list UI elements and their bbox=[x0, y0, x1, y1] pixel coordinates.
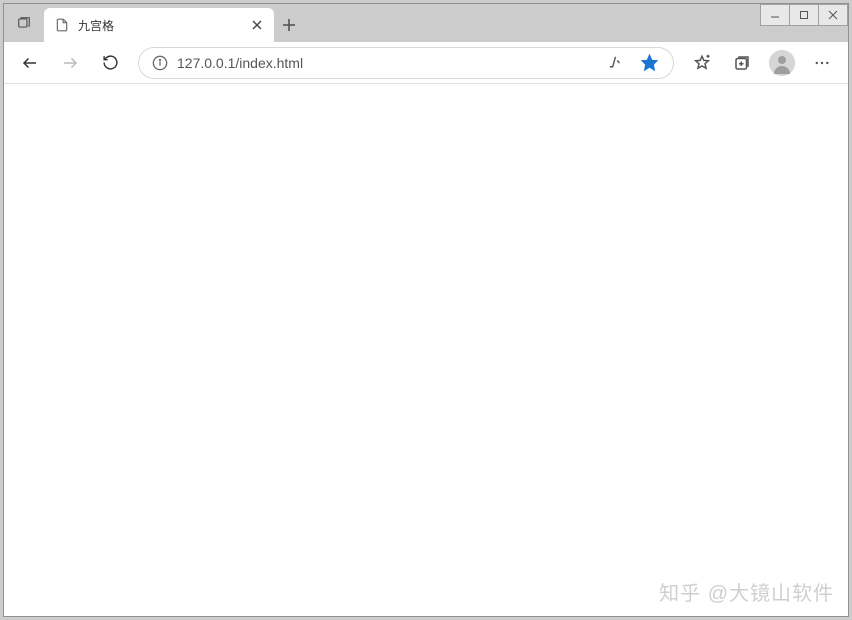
title-bar: 九宫格 bbox=[4, 4, 848, 42]
tab-title: 九宫格 bbox=[78, 17, 240, 34]
forward-button[interactable] bbox=[52, 47, 88, 79]
window-controls bbox=[761, 4, 848, 26]
favorite-star-icon[interactable] bbox=[635, 49, 663, 77]
read-aloud-icon[interactable] bbox=[601, 49, 629, 77]
close-window-button[interactable] bbox=[818, 4, 848, 26]
refresh-button[interactable] bbox=[92, 47, 128, 79]
profile-button[interactable] bbox=[764, 47, 800, 79]
watermark-text: 知乎 @大镜山软件 bbox=[659, 577, 834, 606]
minimize-button[interactable] bbox=[760, 4, 790, 26]
site-info-icon[interactable] bbox=[151, 54, 169, 72]
address-bar[interactable] bbox=[138, 47, 674, 79]
back-button[interactable] bbox=[12, 47, 48, 79]
toolbar bbox=[4, 42, 848, 84]
new-tab-button[interactable] bbox=[274, 8, 304, 42]
collections-button[interactable] bbox=[724, 47, 760, 79]
tab-actions-button[interactable] bbox=[4, 4, 44, 42]
url-input[interactable] bbox=[177, 55, 593, 71]
more-menu-button[interactable] bbox=[804, 47, 840, 79]
favorites-button[interactable] bbox=[684, 47, 720, 79]
address-right-icons bbox=[601, 49, 663, 77]
close-tab-button[interactable] bbox=[248, 16, 266, 34]
maximize-button[interactable] bbox=[789, 4, 819, 26]
page-viewport: 知乎 @大镜山软件 bbox=[4, 84, 848, 616]
file-icon bbox=[54, 17, 70, 33]
browser-window: 九宫格 bbox=[3, 3, 849, 617]
avatar-icon bbox=[769, 50, 795, 76]
active-tab[interactable]: 九宫格 bbox=[44, 8, 274, 42]
